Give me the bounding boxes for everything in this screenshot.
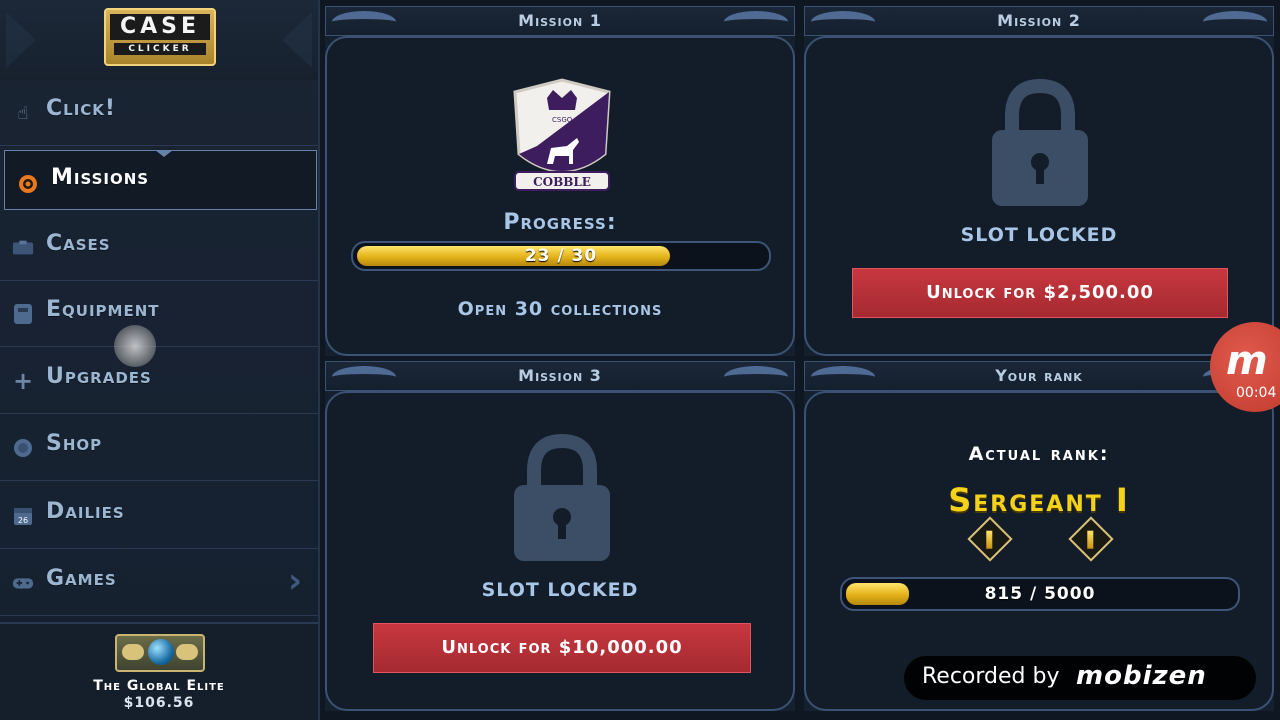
slot-locked-label: SLOT LOCKED [481,579,639,601]
calendar-day-text: 26 [18,516,28,525]
sidebar-item-missions[interactable]: Missions [4,150,317,210]
mission-description: Open 30 collections [457,298,663,320]
sidebar-item-label: Cases [46,231,111,256]
pointer-hand-icon: ☝ [17,102,29,124]
mission-3-panel: Mission 3 SLOT LOCKED Unlock for $10,000… [325,361,795,711]
recorder-time: 00:04 [1236,385,1277,401]
logo-line-2: CLICKER [114,43,206,55]
coin-icon [12,437,34,459]
knife-decoration-icon [724,11,788,33]
panel-body: SLOT LOCKED Unlock for $10,000.00 [325,391,795,711]
chevron-right-decoration-icon [282,12,312,68]
sidebar-item-label: Click! [46,96,116,121]
recorder-brand-logo: mobizen [1076,661,1207,691]
sergeant-chevron-icon [967,516,1013,562]
crest-sub-text: CSGO [552,116,573,124]
recorded-by-text: Recorded by [922,664,1060,689]
panel-body: SLOT LOCKED Unlock for $2,500.00 [804,36,1274,356]
lock-icon [514,433,610,561]
progress-label: Progress: [503,210,617,235]
mission-2-panel: Mission 2 SLOT LOCKED Unlock for $2,500.… [804,6,1274,356]
touch-indicator [114,325,156,367]
locker-icon [12,303,34,325]
sidebar-item-shop[interactable]: Shop [0,415,318,481]
recorded-by-watermark: Recorded by mobizen [904,656,1256,700]
gamepad-icon [12,572,34,594]
lock-icon [992,78,1088,206]
crest-text: COBBLE [533,175,591,189]
plus-icon: + [12,367,34,395]
case-icon [12,237,34,259]
slot-locked-label: SLOT LOCKED [960,224,1118,246]
chevron-stripe [1087,530,1094,549]
active-notch-icon [155,150,173,157]
panel-header: Your rank [804,361,1274,391]
calendar-icon: 26 [12,505,34,527]
xp-text: 815 / 5000 [984,584,1096,604]
sidebar-item-click[interactable]: ☝ Click! [0,80,318,146]
sidebar-item-label: Equipment [46,297,160,322]
app-logo: CASE CLICKER [104,8,216,66]
unlock-mission-3-button[interactable]: Unlock for $10,000.00 [373,623,751,673]
knife-decoration-icon [724,366,788,388]
profile-panel: The Global Elite $106.56 [0,622,318,720]
rank-xp-bar: 815 / 5000 [840,577,1240,611]
panel-body: CSGO COBBLE Progress: 23 / 30 Open 30 co… [325,36,795,356]
sidebar: CASE CLICKER ☝ Click! Missions Cases Equ… [0,0,320,720]
badge-globe [148,639,174,665]
panel-header: Mission 2 [804,6,1274,36]
app-root: CASE CLICKER ☝ Click! Missions Cases Equ… [0,0,1280,720]
sergeant-chevron-icon [1068,516,1114,562]
chevron-left-decoration-icon [6,12,36,68]
sidebar-item-label: Shop [46,431,103,456]
sidebar-item-label: Dailies [46,499,125,524]
cobble-crest-icon: CSGO COBBLE [513,78,611,191]
global-elite-badge-icon [115,634,205,672]
logo-line-1: CASE [110,14,210,40]
knife-decoration-icon [1203,11,1267,33]
rank-title: Sergeant I [948,481,1130,519]
mission-1-panel: Mission 1 CSGO COBBLE Progress: 23 / 30 … [325,6,795,356]
progress-text: 23 / 30 [524,246,598,266]
sidebar-item-equipment[interactable]: Equipment [0,281,318,347]
sidebar-item-label: Games [46,566,117,591]
sidebar-item-label: Missions [51,165,150,190]
chevron-right-icon[interactable]: › [288,564,302,598]
sidebar-item-cases[interactable]: Cases [0,215,318,281]
badge-wing-right [176,644,198,660]
panel-header: Mission 3 [325,361,795,391]
sidebar-item-label: Upgrades [46,364,152,389]
target-icon [17,173,39,195]
logo-area: CASE CLICKER [0,0,318,80]
unlock-mission-2-button[interactable]: Unlock for $2,500.00 [852,268,1228,318]
panel-header: Mission 1 [325,6,795,36]
mission-progress-bar: 23 / 30 [351,241,771,271]
chevron-stripe [986,530,993,549]
sidebar-item-games[interactable]: Games › [0,550,318,616]
recorder-logo-icon: m [1226,338,1268,384]
badge-wing-left [122,644,144,660]
profile-money: $106.56 [123,695,195,711]
profile-rank-name: The Global Elite [93,678,225,694]
rank-heading: Actual rank: [968,443,1110,465]
sidebar-item-dailies[interactable]: 26 Dailies [0,483,318,549]
sidebar-item-upgrades[interactable]: + Upgrades [0,348,318,414]
